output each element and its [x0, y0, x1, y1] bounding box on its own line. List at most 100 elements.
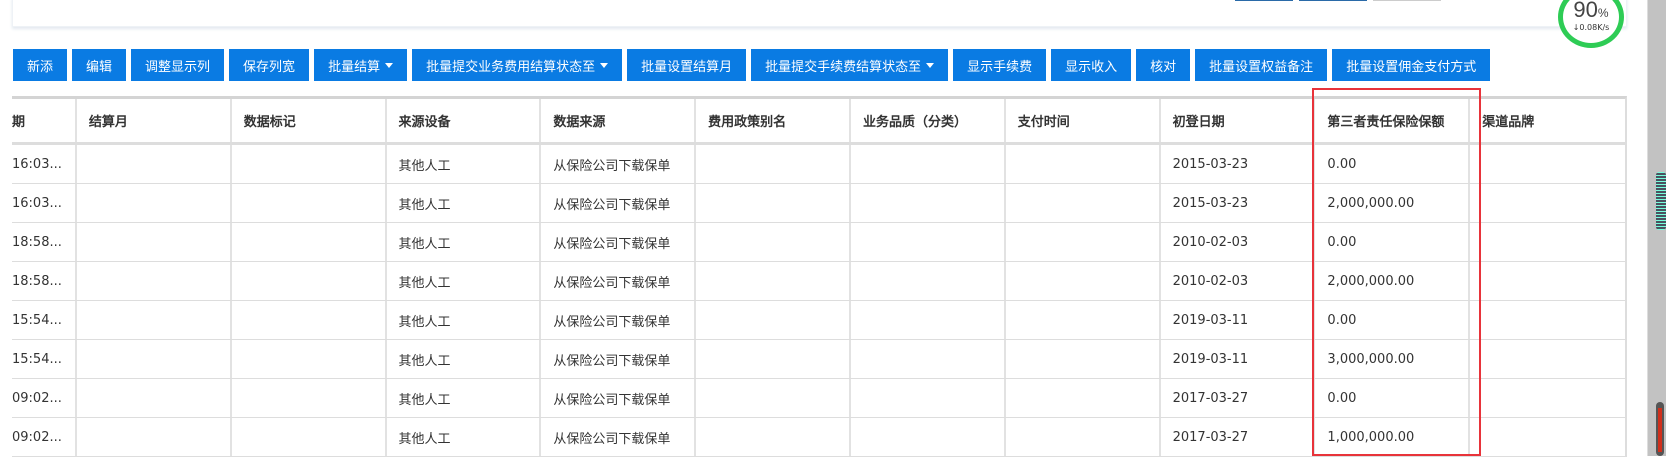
table-cell: 2015-03-23 — [1161, 184, 1316, 222]
table-cell — [696, 145, 851, 183]
table-row[interactable]: 09:02... 其他人工 从保险公司下载保单 2017-03-27 1,000,000… — [12, 418, 1625, 457]
table-row[interactable]: 18:58... 其他人工 从保险公司下载保单 2010-02-03 2,000,000… — [12, 262, 1625, 301]
data-table: 期结算月 数据标记 来源设备 数据来源 费用政策别名 业务品质（分类） 支付时间 初登日期 第三… — [12, 96, 1627, 457]
toolbar-button-6[interactable]: 批量设置结算月 — [627, 49, 747, 81]
table-cell: 0.00 — [1315, 301, 1471, 339]
table-cell — [77, 262, 232, 300]
table-cell: 其他人工 — [387, 262, 542, 300]
table-cell — [696, 223, 851, 261]
table-cell: 从保险公司下载保单 — [541, 301, 697, 339]
table-cell: 从保险公司下载保单 — [541, 418, 697, 456]
table-cell — [77, 223, 232, 261]
table-cell — [232, 262, 387, 300]
top-button-1[interactable] — [1235, 0, 1293, 1]
toolbar-button-0[interactable]: 新添 — [13, 49, 68, 81]
table-cell — [77, 379, 232, 417]
column-header[interactable]: 期 — [12, 99, 77, 142]
column-header[interactable]: 数据来源 — [541, 99, 697, 142]
column-header[interactable]: 来源设备 — [387, 99, 542, 142]
table-cell: 16:03... — [12, 184, 77, 222]
top-button-2[interactable] — [1299, 0, 1367, 1]
toolbar-button-10[interactable]: 核对 — [1136, 49, 1191, 81]
table-cell — [696, 340, 851, 378]
toolbar-button-11[interactable]: 批量设置权益备注 — [1195, 49, 1328, 81]
button-label: 批量提交业务费用结算状态至 — [426, 59, 596, 75]
column-header[interactable]: 第三者责任保险保额 — [1315, 99, 1471, 142]
caret-down-icon — [600, 62, 609, 68]
network-gauge-widget[interactable]: 90% ↓0.08K/s — [1558, 0, 1624, 48]
thermometer-icon — [1656, 402, 1664, 456]
table-cell — [232, 340, 387, 378]
table-cell — [232, 184, 387, 222]
table-cell — [232, 379, 387, 417]
table-cell — [696, 184, 851, 222]
table-row[interactable]: 09:02... 其他人工 从保险公司下载保单 2017-03-27 0.00 — [12, 379, 1625, 418]
table-row[interactable]: 15:54... 其他人工 从保险公司下载保单 2019-03-11 0.00 — [12, 301, 1625, 340]
table-cell — [232, 418, 387, 456]
column-header[interactable]: 渠道品牌 — [1470, 99, 1625, 142]
column-header[interactable]: 业务品质（分类） — [851, 99, 1006, 142]
top-button-3[interactable] — [1373, 0, 1441, 1]
table-cell: 从保险公司下载保单 — [541, 379, 697, 417]
table-cell — [696, 379, 851, 417]
table-cell — [1470, 379, 1625, 417]
toolbar-button-5[interactable]: 批量提交业务费用结算状态至 — [412, 49, 623, 81]
table-cell: 2017-03-27 — [1161, 379, 1316, 417]
table-cell — [77, 184, 232, 222]
table-cell: 0.00 — [1315, 223, 1471, 261]
table-cell — [1006, 340, 1161, 378]
button-label: 批量设置佣金支付方式 — [1346, 59, 1477, 75]
table-cell: 其他人工 — [387, 223, 542, 261]
table-cell — [1006, 223, 1161, 261]
table-cell — [851, 262, 1006, 300]
button-label: 新添 — [27, 59, 54, 75]
gauge-speed: ↓0.08K/s — [1572, 23, 1610, 32]
button-label: 显示手续费 — [967, 59, 1033, 75]
table-cell: 其他人工 — [387, 340, 542, 378]
table-cell: 15:54... — [12, 301, 77, 339]
table-cell — [851, 379, 1006, 417]
level-meter-icon — [1656, 172, 1666, 230]
table-cell: 从保险公司下载保单 — [541, 184, 697, 222]
column-header[interactable]: 结算月 — [77, 99, 232, 142]
toolbar-button-2[interactable]: 调整显示列 — [131, 49, 225, 81]
button-label: 编辑 — [86, 59, 113, 75]
table-cell — [696, 262, 851, 300]
table-cell: 18:58... — [12, 262, 77, 300]
table-cell — [1470, 223, 1625, 261]
table-cell — [77, 418, 232, 456]
table-cell — [77, 340, 232, 378]
table-cell — [232, 223, 387, 261]
column-header[interactable]: 初登日期 — [1161, 99, 1316, 142]
table-cell: 3,000,000.00 — [1315, 340, 1471, 378]
table-cell: 2010-02-03 — [1161, 223, 1316, 261]
toolbar-button-1[interactable]: 编辑 — [72, 49, 127, 81]
table-cell — [1006, 145, 1161, 183]
table-cell — [1006, 262, 1161, 300]
table-cell: 0.00 — [1315, 379, 1471, 417]
table-cell: 09:02... — [12, 379, 77, 417]
table-cell — [1006, 418, 1161, 456]
table-cell: 从保险公司下载保单 — [541, 223, 697, 261]
table-cell: 2019-03-11 — [1161, 301, 1316, 339]
toolbar-button-7[interactable]: 批量提交手续费结算状态至 — [751, 49, 949, 81]
column-header[interactable]: 数据标记 — [232, 99, 387, 142]
button-label: 批量设置结算月 — [641, 59, 733, 75]
column-header[interactable]: 费用政策别名 — [696, 99, 851, 142]
column-header[interactable]: 支付时间 — [1006, 99, 1161, 142]
table-cell — [1006, 301, 1161, 339]
table-cell — [851, 223, 1006, 261]
toolbar-button-9[interactable]: 显示收入 — [1051, 49, 1132, 81]
toolbar-button-3[interactable]: 保存列宽 — [229, 49, 310, 81]
caret-down-icon — [385, 62, 394, 68]
toolbar-button-4[interactable]: 批量结算 — [314, 49, 408, 81]
table-row[interactable]: 16:03... 其他人工 从保险公司下载保单 2015-03-23 2,000,000… — [12, 184, 1625, 223]
table-row[interactable]: 16:03... 其他人工 从保险公司下载保单 2015-03-23 0.00 — [12, 145, 1625, 184]
toolbar-button-12[interactable]: 批量设置佣金支付方式 — [1332, 49, 1491, 81]
table-row[interactable]: 15:54... 其他人工 从保险公司下载保单 2019-03-11 3,000,000… — [12, 340, 1625, 379]
table-cell — [851, 145, 1006, 183]
toolbar-button-8[interactable]: 显示手续费 — [953, 49, 1047, 81]
table-row[interactable]: 18:58... 其他人工 从保险公司下载保单 2010-02-03 0.00 — [12, 223, 1625, 262]
table-cell: 0.00 — [1315, 145, 1471, 183]
table-cell — [232, 145, 387, 183]
